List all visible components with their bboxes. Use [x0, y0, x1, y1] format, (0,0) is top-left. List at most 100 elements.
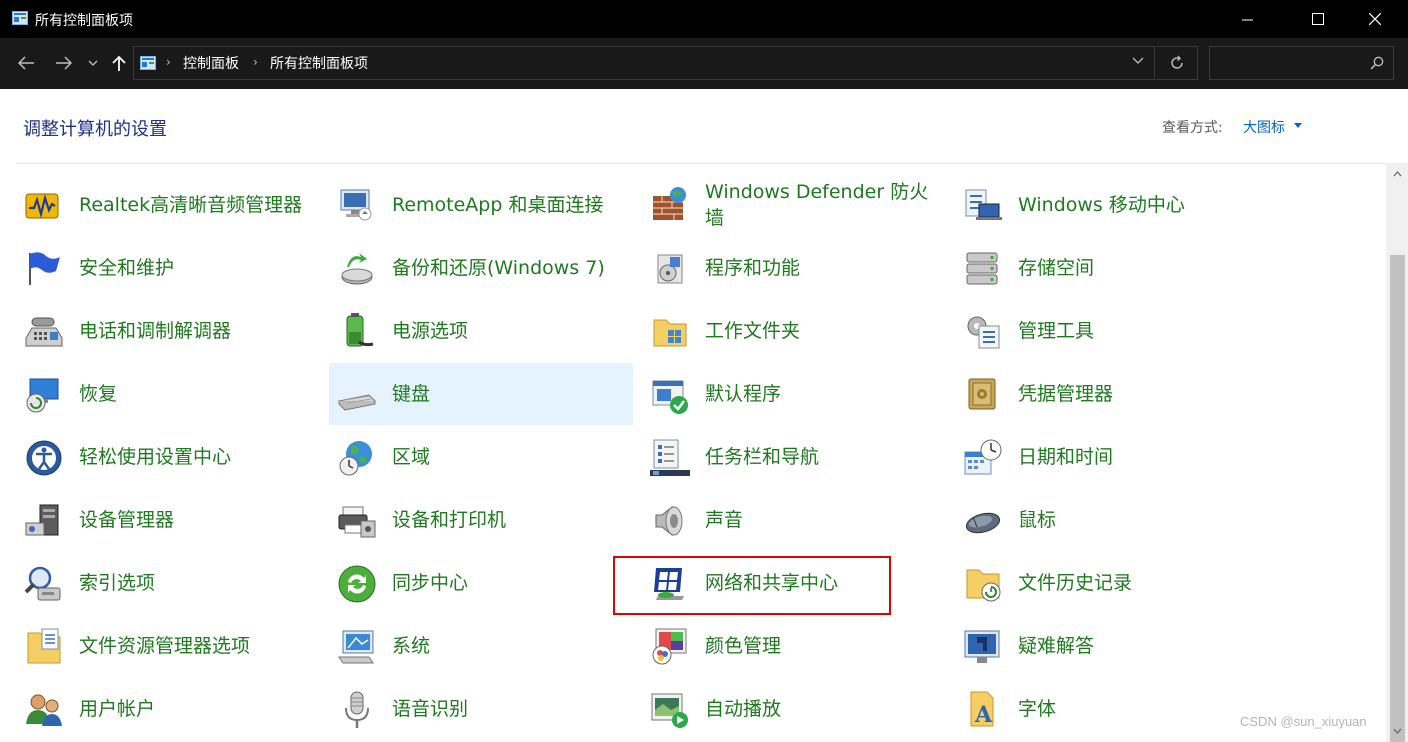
control-panel-item-label: 用户帐户 [79, 698, 156, 720]
file-history-icon [966, 569, 1001, 602]
control-panel-item[interactable]: Windows 移动中心 [955, 174, 1259, 236]
control-panel-item[interactable]: 同步中心 [329, 552, 633, 614]
address-bar[interactable]: › 控制面板 › 所有控制面板项 [133, 46, 1155, 80]
autoplay-icon [651, 693, 688, 728]
watermark: CSDN @sun_xiuyuan [1240, 714, 1367, 729]
breadcrumb-separator-icon: › [166, 55, 171, 69]
control-panel-item[interactable]: 日期和时间 [955, 426, 1259, 488]
control-panel-item-label: 管理工具 [1018, 320, 1095, 342]
view-by-dropdown[interactable]: 大图标 [1243, 117, 1285, 137]
control-panel-item-label: 工作文件夹 [705, 320, 801, 342]
control-panel-item[interactable]: 文件资源管理器选项 [16, 615, 320, 677]
control-panel-item-label: 鼠标 [1018, 509, 1057, 531]
window-title: 所有控制面板项 [35, 13, 133, 29]
control-panel-item[interactable]: 恢复 [16, 363, 320, 425]
control-panel-item[interactable]: 任务栏和导航 [642, 426, 946, 488]
device-manager-icon [25, 504, 59, 536]
control-panel-item[interactable]: 管理工具 [955, 300, 1259, 362]
storage-icon [966, 252, 998, 285]
back-button[interactable] [14, 50, 38, 76]
control-panel-item[interactable]: 设备和打印机 [329, 489, 633, 551]
control-panel-item[interactable]: 存储空间 [955, 237, 1259, 299]
chevron-down-icon [1393, 728, 1401, 734]
indexing-icon [24, 566, 61, 601]
maximize-button[interactable] [1295, 0, 1341, 38]
sync-icon [338, 565, 376, 603]
search-input[interactable] [1209, 46, 1394, 80]
admin-tools-icon [967, 316, 1000, 349]
control-panel-item[interactable]: 备份和还原(Windows 7) [329, 237, 633, 299]
control-panel-item-label: 自动播放 [705, 698, 782, 720]
control-panel-item[interactable]: 设备管理器 [16, 489, 320, 551]
control-panel-item[interactable]: 语音识别 [329, 678, 633, 740]
close-button[interactable] [1352, 0, 1398, 38]
header-divider [16, 163, 1386, 164]
control-panel-item[interactable]: 声音 [642, 489, 946, 551]
control-panel-item-label: 设备和打印机 [392, 509, 507, 531]
control-panel-items-grid: Realtek高清晰音频管理器 RemoteApp 和桌面连接 Windows De… [16, 174, 1384, 742]
caret-down-icon[interactable] [1294, 123, 1302, 128]
chevron-up-icon [1393, 171, 1401, 177]
control-panel-item[interactable]: RemoteApp 和桌面连接 [329, 174, 633, 236]
color-management-icon [652, 628, 687, 665]
control-panel-item[interactable]: 安全和维护 [16, 237, 320, 299]
control-panel-item-label: 疑难解答 [1018, 635, 1095, 657]
control-panel-item[interactable]: 电源选项 [329, 300, 633, 362]
firewall-icon [653, 187, 686, 220]
page-title: 调整计算机的设置 [23, 119, 167, 140]
breadcrumb-control-panel[interactable]: 控制面板 [183, 53, 239, 73]
control-panel-item-label: Realtek高清晰音频管理器 [79, 194, 303, 216]
control-panel-item[interactable]: 程序和功能 [642, 237, 946, 299]
control-panel-item[interactable]: 工作文件夹 [642, 300, 946, 362]
control-panel-item-label: 存储空间 [1018, 257, 1095, 279]
refresh-button[interactable] [1156, 46, 1198, 80]
control-panel-item[interactable]: 默认程序 [642, 363, 946, 425]
up-arrow-icon [112, 55, 126, 71]
control-panel-item[interactable]: 疑难解答 [955, 615, 1259, 677]
control-panel-item[interactable]: 鼠标 [955, 489, 1259, 551]
control-panel-item-label: 声音 [705, 509, 744, 531]
security-flag-icon [29, 252, 60, 285]
control-panel-item[interactable]: 文件历史记录 [955, 552, 1259, 614]
refresh-icon [1170, 55, 1183, 69]
up-button[interactable] [108, 50, 130, 76]
control-panel-item[interactable]: 电话和调制解调器 [16, 300, 320, 362]
control-panel-item[interactable]: Windows Defender 防火墙 [642, 174, 946, 236]
title-bar: 所有控制面板项 [0, 0, 1408, 38]
scroll-thumb[interactable] [1390, 255, 1405, 742]
control-panel-item[interactable]: 键盘 [329, 363, 633, 425]
chevron-down-icon[interactable] [1132, 57, 1144, 65]
scroll-down-button[interactable] [1386, 720, 1408, 742]
breadcrumb-all-items[interactable]: 所有控制面板项 [270, 53, 368, 73]
control-panel-item[interactable]: 凭据管理器 [955, 363, 1259, 425]
mouse-icon [965, 512, 1001, 534]
control-panel-item[interactable]: 用户帐户 [16, 678, 320, 740]
vertical-scrollbar[interactable] [1386, 163, 1408, 742]
minimize-icon [1241, 19, 1253, 20]
control-panel-item-label: 系统 [392, 635, 431, 657]
forward-arrow-icon [56, 56, 72, 70]
control-panel-item-label: RemoteApp 和桌面连接 [392, 194, 604, 216]
control-panel-item[interactable]: 区域 [329, 426, 633, 488]
control-panel-item[interactable]: 自动播放 [642, 678, 946, 740]
control-panel-item[interactable]: 索引选项 [16, 552, 320, 614]
system-icon [338, 630, 374, 664]
recent-locations-button[interactable] [86, 50, 100, 76]
svg-text:A: A [974, 702, 993, 728]
audio-manager-icon [25, 193, 59, 219]
control-panel-item[interactable]: Realtek高清晰音频管理器 [16, 174, 320, 236]
control-panel-item[interactable]: 系统 [329, 615, 633, 677]
control-panel-item-label: 文件历史记录 [1018, 572, 1133, 594]
scroll-up-button[interactable] [1386, 163, 1408, 185]
control-panel-item-label: 语音识别 [392, 698, 469, 720]
control-panel-item-label: 程序和功能 [705, 257, 801, 279]
control-panel-item[interactable]: A 字体 [955, 678, 1259, 740]
control-panel-item[interactable]: 颜色管理 [642, 615, 946, 677]
taskbar-icon [650, 439, 690, 476]
control-panel-item[interactable]: 轻松使用设置中心 [16, 426, 320, 488]
control-panel-item-label: 文件资源管理器选项 [79, 635, 251, 657]
programs-icon [657, 254, 683, 284]
minimize-button[interactable] [1224, 0, 1270, 38]
forward-button[interactable] [52, 50, 76, 76]
control-panel-item-label: Windows 移动中心 [1018, 194, 1185, 216]
